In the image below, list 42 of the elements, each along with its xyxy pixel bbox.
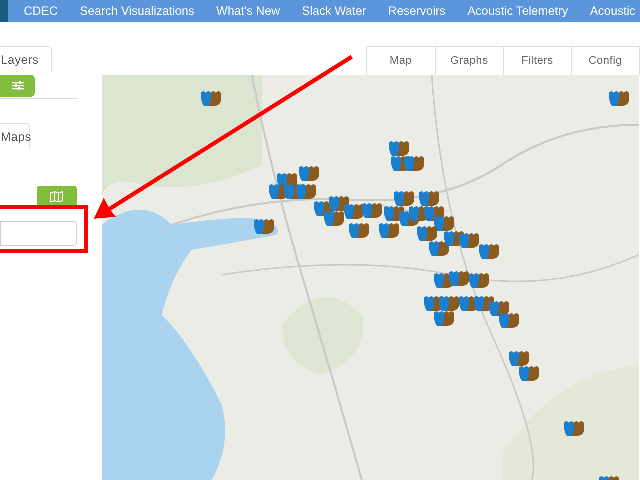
nav-edge <box>0 0 8 22</box>
station-marker-icon[interactable] <box>429 240 449 256</box>
nav-link[interactable]: What's New <box>216 2 280 20</box>
station-marker-icon[interactable] <box>419 190 439 206</box>
station-marker-icon[interactable] <box>479 243 499 259</box>
nav-link[interactable]: Slack Water <box>302 2 366 20</box>
station-marker-icon[interactable] <box>389 140 409 156</box>
station-marker-icon[interactable] <box>296 183 316 199</box>
nav-link[interactable]: Acoustic <box>590 2 636 20</box>
station-marker-icon[interactable] <box>489 300 509 316</box>
sliders-icon <box>12 81 24 91</box>
station-marker-icon[interactable] <box>417 225 437 241</box>
nav-link[interactable]: Search Visualizations <box>80 2 195 20</box>
station-marker-icon[interactable] <box>362 202 382 218</box>
station-marker-icon[interactable] <box>459 232 479 248</box>
station-marker-icon[interactable] <box>344 203 364 219</box>
input-field[interactable] <box>0 221 77 246</box>
station-marker-icon[interactable] <box>379 222 399 238</box>
station-marker-icon[interactable] <box>394 190 414 206</box>
nav-link[interactable]: Acoustic Telemetry <box>468 2 568 20</box>
sidebar-tab[interactable]: Layers <box>0 46 52 72</box>
station-marker-icon[interactable] <box>499 312 519 328</box>
station-marker-icon[interactable] <box>509 350 529 366</box>
nav-link[interactable]: CDEC <box>24 2 58 20</box>
nav-link[interactable]: Reservoirs <box>388 2 446 20</box>
sidebar-tab[interactable]: Maps <box>0 123 30 149</box>
station-marker-icon[interactable] <box>324 210 344 226</box>
station-marker-icon[interactable] <box>564 420 584 436</box>
station-marker-icon[interactable] <box>404 155 424 171</box>
station-marker-icon[interactable] <box>434 215 454 231</box>
station-marker-icon[interactable] <box>519 365 539 381</box>
station-marker-icon[interactable] <box>201 90 221 106</box>
station-marker-icon[interactable] <box>254 218 274 234</box>
station-marker-icon[interactable] <box>299 165 319 181</box>
station-marker-icon[interactable] <box>609 90 629 106</box>
station-marker-icon[interactable] <box>329 195 349 211</box>
station-marker-icon[interactable] <box>439 295 459 311</box>
station-marker-icon[interactable] <box>349 222 369 238</box>
station-marker-icon[interactable] <box>449 270 469 286</box>
station-marker-icon[interactable] <box>434 310 454 326</box>
station-marker-icon[interactable] <box>469 272 489 288</box>
map-icon <box>50 191 64 203</box>
